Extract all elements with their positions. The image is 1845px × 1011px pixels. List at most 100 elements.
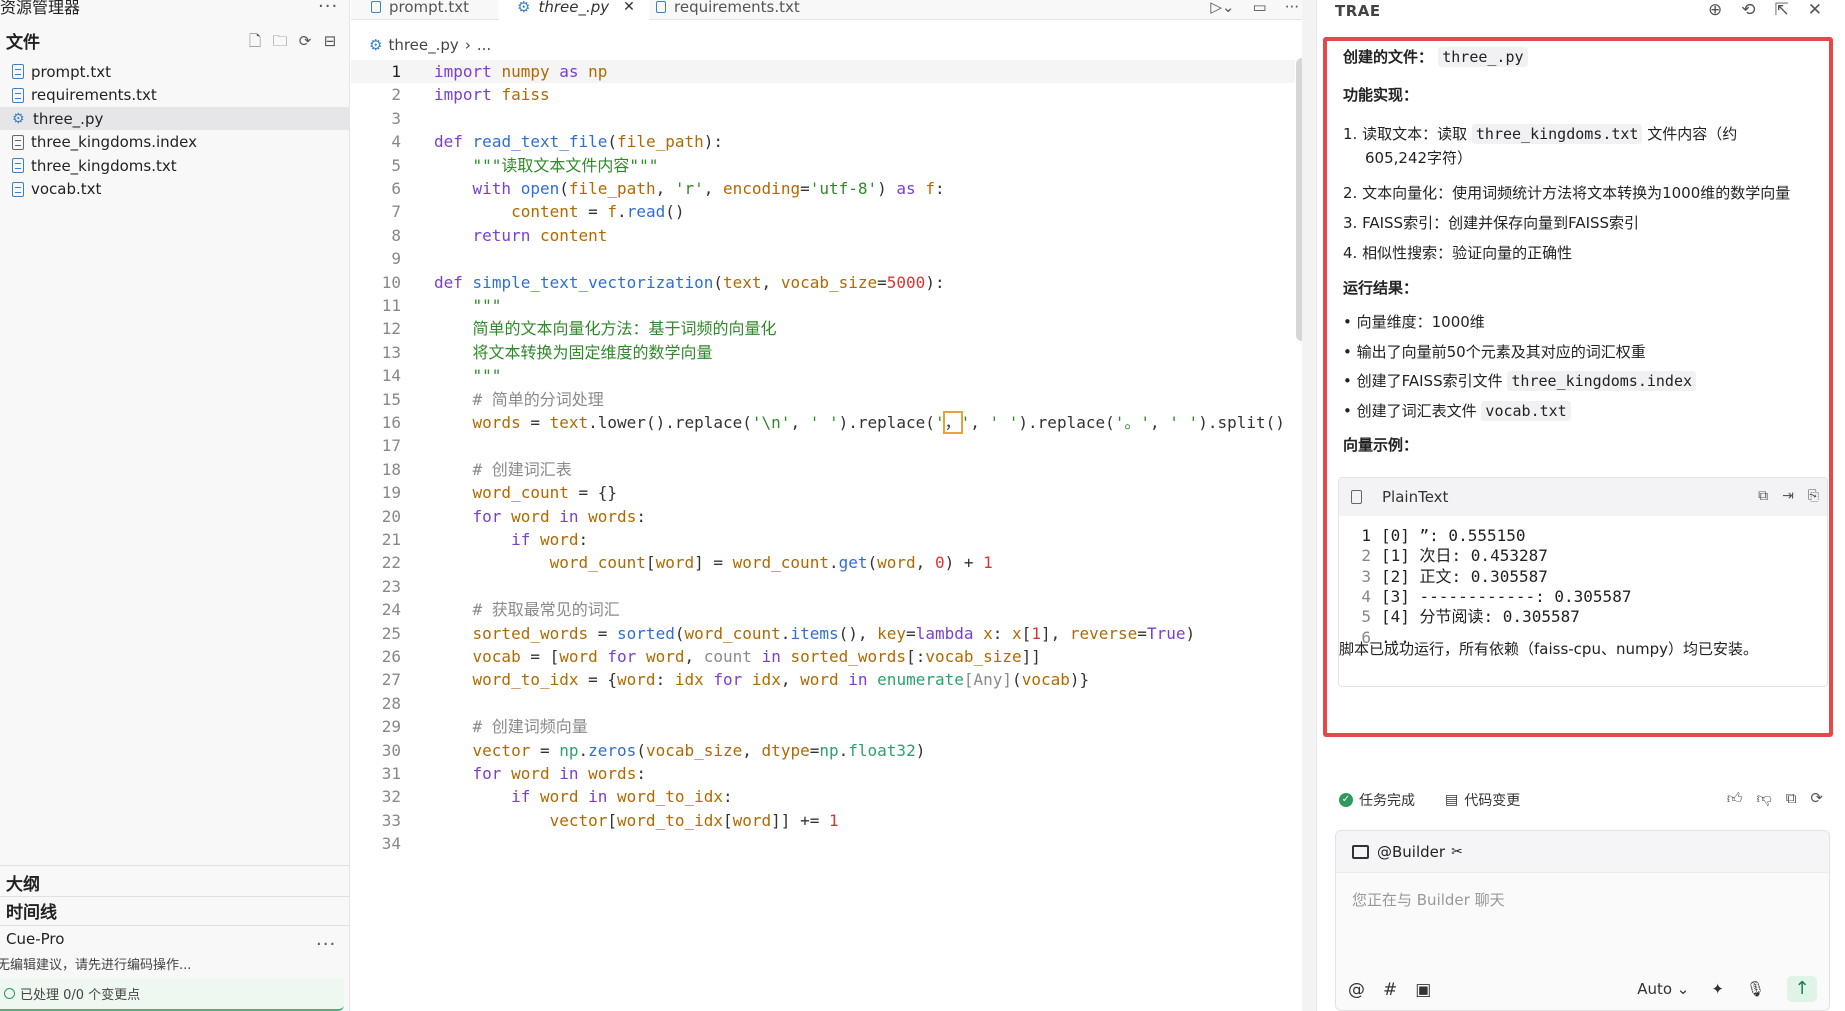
code-line[interactable]: 6 with open(file_path, 'r', encoding='ut… xyxy=(351,177,1295,200)
code-line[interactable]: 32 if word in word_to_idx: xyxy=(351,785,1295,808)
code-line[interactable]: 28 xyxy=(351,692,1295,715)
code-line[interactable]: 14 """ xyxy=(351,364,1295,387)
apply-icon[interactable]: ⎘ xyxy=(1808,488,1819,504)
code-line[interactable]: 15 # 简单的分词处理 xyxy=(351,388,1295,411)
code-line[interactable]: 13 将文本转换为固定维度的数学向量 xyxy=(351,341,1295,364)
code-line[interactable]: 31 for word in words: xyxy=(351,762,1295,785)
code-line[interactable]: 30 vector = np.zeros(vocab_size, dtype=n… xyxy=(351,739,1295,762)
code-line[interactable]: 4 def read_text_file(file_path): xyxy=(351,130,1295,153)
code-line[interactable]: 34 xyxy=(351,832,1295,855)
code-line[interactable]: 9 xyxy=(351,247,1295,270)
new-file-icon[interactable]: 🗋 xyxy=(246,32,264,50)
model-selector[interactable]: Auto ⌄ xyxy=(1637,980,1689,998)
insert-icon[interactable]: ⇥ xyxy=(1782,488,1794,504)
run-icon[interactable]: ▷⌄ xyxy=(1210,0,1234,16)
code-line[interactable]: 25 sorted_words = sorted(word_count.item… xyxy=(351,622,1295,645)
code-token: = {} xyxy=(568,483,618,503)
code-token: : xyxy=(578,530,589,549)
code-line[interactable]: 8 return content xyxy=(351,224,1295,247)
refresh-icon[interactable]: ⟳ xyxy=(296,32,314,50)
code-block-text: [2] 正文: 0.305587 xyxy=(1381,566,1548,586)
code-line[interactable]: 10 def simple_text_vectorization(text, vo… xyxy=(351,271,1295,294)
line-number: 26 xyxy=(381,647,401,666)
tab-three-py[interactable]: ⚙ three_.py ✕ xyxy=(499,0,649,20)
microphone-icon[interactable]: 🎙︎ xyxy=(1746,980,1765,998)
code-line[interactable]: 33 vector[word_to_idx[word]] += 1 xyxy=(351,809,1295,832)
code-line[interactable]: 3 xyxy=(351,107,1295,130)
copy-icon[interactable]: ⧉ xyxy=(1758,488,1768,504)
close-tab-icon[interactable]: ✕ xyxy=(623,0,635,14)
breadcrumb-file[interactable]: three_.py xyxy=(388,36,458,54)
sparkle-icon[interactable]: ✦ xyxy=(1711,980,1724,998)
more-options-icon[interactable]: ··· xyxy=(318,0,338,16)
file-chip[interactable]: three_kingdoms.txt xyxy=(1471,124,1643,144)
result-text: 向量维度：1000维 xyxy=(1356,313,1485,331)
file-item[interactable]: vocab.txt xyxy=(0,178,350,201)
file-item[interactable]: ⚙ three_.py xyxy=(0,107,350,130)
file-item[interactable]: three_kingdoms.txt xyxy=(0,154,350,177)
file-item[interactable]: prompt.txt xyxy=(0,60,350,83)
file-item[interactable]: requirements.txt xyxy=(0,84,350,107)
code-change-button[interactable]: ▤ 代码变更 xyxy=(1445,790,1520,810)
code-token: ( xyxy=(636,740,646,760)
code-token: sorted_words xyxy=(472,623,589,643)
file-chip[interactable]: vocab.txt xyxy=(1481,401,1571,421)
code-line[interactable]: 17 xyxy=(351,434,1295,457)
created-file-chip[interactable]: three_.py xyxy=(1438,47,1528,67)
breadcrumb-rest[interactable]: ... xyxy=(477,36,491,54)
code-line[interactable]: 20 for word in words: xyxy=(351,505,1295,528)
history-icon[interactable]: ⟲ xyxy=(1741,0,1755,20)
code-line[interactable]: 27 word_to_idx = {word: idx for idx, wor… xyxy=(351,668,1295,691)
outline-section-title[interactable]: 大纲 xyxy=(6,870,40,895)
code-line[interactable]: 29 # 创建词频向量 xyxy=(351,715,1295,738)
code-line[interactable]: 16 words = text.lower().replace('\n', ' … xyxy=(351,411,1295,434)
send-button[interactable]: ↑ xyxy=(1787,976,1817,1002)
chat-input[interactable]: 您正在与 Builder 聊天 xyxy=(1352,889,1505,910)
code-token: ): xyxy=(925,272,945,292)
open-external-icon[interactable]: ⇱ xyxy=(1775,0,1789,20)
agent-selector[interactable]: @Builder ✂ xyxy=(1336,831,1829,873)
code-line[interactable]: 19 word_count = {} xyxy=(351,481,1295,504)
new-folder-icon[interactable]: 🗀 xyxy=(271,32,289,50)
code-line[interactable]: 21 if word: xyxy=(351,528,1295,551)
files-section-title[interactable]: 文件 xyxy=(6,28,40,53)
code-token: , xyxy=(684,647,704,666)
file-item[interactable]: three_kingdoms.index xyxy=(0,131,350,154)
copy-icon[interactable]: ⧉ xyxy=(1786,789,1797,808)
file-chip[interactable]: three_kingdoms.index xyxy=(1507,371,1697,391)
split-editor-icon[interactable]: ▭ xyxy=(1253,0,1267,16)
tools-icon[interactable]: ✂ xyxy=(1451,844,1463,860)
more-actions-icon[interactable]: ··· xyxy=(1285,0,1299,16)
code-line[interactable]: 12 简单的文本向量化方法：基于词频的向量化 xyxy=(351,317,1295,340)
code-token: ( xyxy=(713,272,724,292)
code-line[interactable]: 24 # 获取最常见的词汇 xyxy=(351,598,1295,621)
thumbs-up-icon[interactable]: 👍︎ xyxy=(1727,789,1743,808)
panel-splitter[interactable] xyxy=(1302,0,1316,1011)
code-line[interactable]: 7 content = f.read() xyxy=(351,200,1295,223)
image-icon[interactable]: ▣ xyxy=(1415,980,1431,1000)
cue-more-options-icon[interactable]: ··· xyxy=(316,936,336,954)
code-line[interactable]: 1 import numpy as np xyxy=(351,60,1295,84)
code-line[interactable]: 23 xyxy=(351,575,1295,598)
collapse-all-icon[interactable]: ⊟ xyxy=(321,32,339,50)
code-token: f xyxy=(925,179,935,198)
cue-status-bar[interactable]: 已处理 0/0 个变更点 xyxy=(0,978,344,1011)
code-line[interactable]: 11 """ xyxy=(351,294,1295,317)
regenerate-icon[interactable]: ⟳ xyxy=(1810,789,1823,808)
hashtag-icon[interactable]: # xyxy=(1383,980,1397,1000)
close-icon[interactable]: ✕ xyxy=(1808,0,1822,20)
thumbs-down-icon[interactable]: 👎︎ xyxy=(1756,789,1771,808)
code-line[interactable]: 5 """读取文本文件内容""" xyxy=(351,154,1295,177)
code-line[interactable]: 2 import faiss xyxy=(351,83,1295,106)
cue-pro-title[interactable]: Cue-Pro xyxy=(6,930,64,948)
python-file-icon: ⚙ xyxy=(369,36,383,54)
tab-prompt-txt[interactable]: prompt.txt xyxy=(371,0,491,20)
code-line[interactable]: 22 word_count[word] = word_count.get(wor… xyxy=(351,551,1295,574)
new-chat-icon[interactable]: ⊕ xyxy=(1708,0,1722,20)
code-line[interactable]: 26 vocab = [word for word, count in sort… xyxy=(351,645,1295,668)
code-line[interactable]: 18 # 创建词汇表 xyxy=(351,458,1295,481)
timeline-section-title[interactable]: 时间线 xyxy=(6,898,57,923)
mention-icon[interactable]: @ xyxy=(1348,980,1365,1000)
tab-requirements-txt[interactable]: requirements.txt xyxy=(656,0,836,20)
